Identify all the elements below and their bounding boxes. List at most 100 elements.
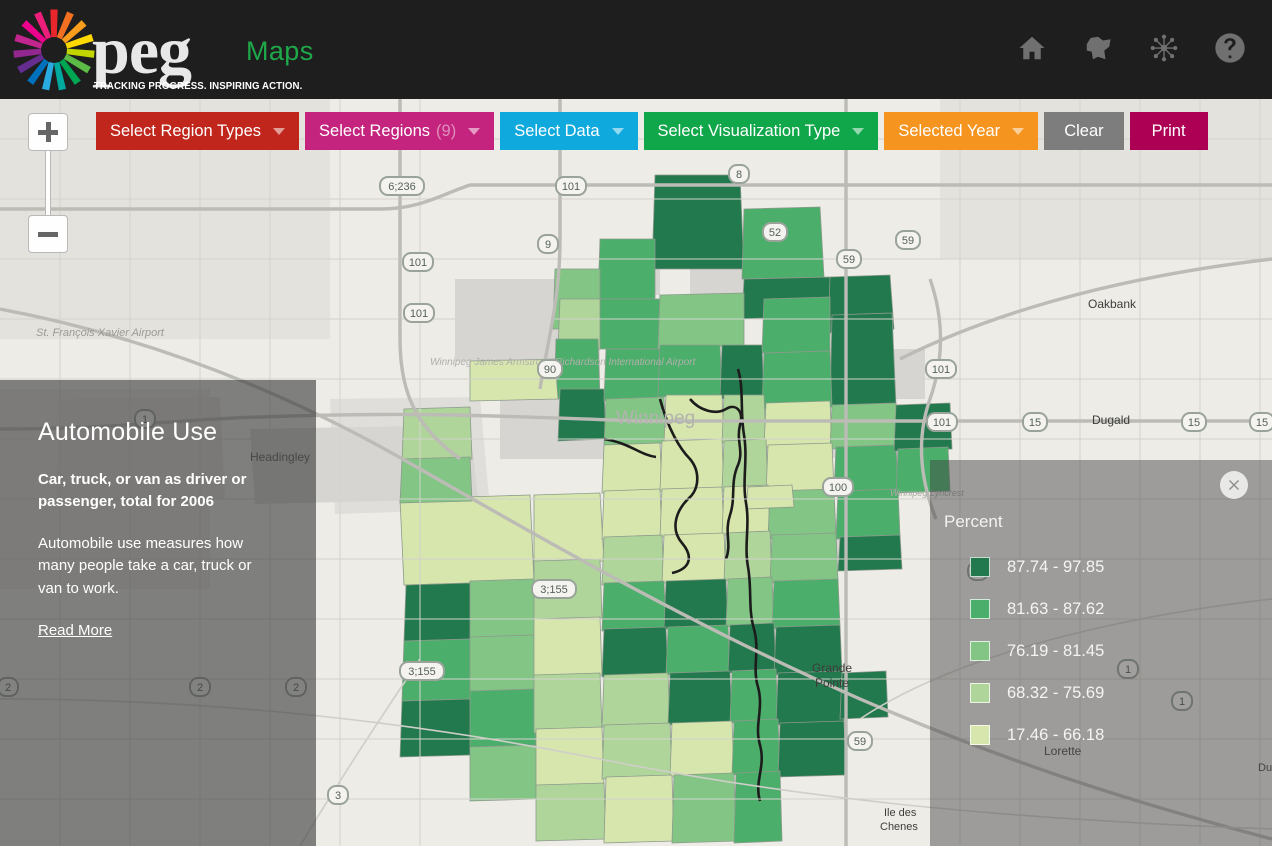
select-region-types-label: Select Region Types xyxy=(110,121,262,140)
highway-shield: 9 xyxy=(537,234,559,254)
map-place-label: Ile des xyxy=(884,807,917,819)
legend-range-label: 68.32 - 75.69 xyxy=(1007,683,1105,702)
highway-shield: 8 xyxy=(728,164,750,184)
highway-shield: 52 xyxy=(762,222,788,242)
indicator-subtitle: Car, truck, or van as driver or passenge… xyxy=(38,471,247,510)
section-title-maps: Maps xyxy=(246,36,314,66)
highway-shield-label: 101 xyxy=(932,364,950,376)
map-place-label: Grande xyxy=(812,661,852,675)
minus-icon xyxy=(38,231,58,237)
selected-year-button[interactable]: Selected Year xyxy=(884,112,1039,150)
map-zoom-control[interactable] xyxy=(28,113,68,253)
indicator-description: Automobile use measures how many people … xyxy=(38,534,252,597)
close-icon xyxy=(1229,480,1239,490)
highway-shield-label: 101 xyxy=(562,181,580,193)
map-place-label: St. François Xavier Airport xyxy=(36,327,165,339)
select-data-label: Select Data xyxy=(514,121,600,140)
highway-shield-label: 59 xyxy=(902,235,914,247)
highway-shield-label: 9 xyxy=(545,239,551,251)
highway-shield: 3;155 xyxy=(531,579,577,599)
map-toolbar: Select Region Types Select Regions (9) S… xyxy=(96,112,1208,150)
highway-shield: 101 xyxy=(403,303,435,323)
plus-icon-vertical xyxy=(45,122,51,142)
legend-range-label: 81.63 - 87.62 xyxy=(1007,599,1105,618)
peg-tagline: TRACKING PROGRESS. INSPIRING ACTION. xyxy=(93,80,303,92)
network-indicators-icon[interactable] xyxy=(1144,26,1184,70)
map-place-label: Pointe xyxy=(815,676,849,690)
highway-shield: 15 xyxy=(1022,412,1048,432)
print-label: Print xyxy=(1151,121,1186,140)
legend-color-swatch xyxy=(970,725,990,745)
legend-color-swatch xyxy=(970,557,990,577)
header-icon-bar xyxy=(1012,26,1250,70)
legend-color-swatch xyxy=(970,599,990,619)
select-data-button[interactable]: Select Data xyxy=(500,112,638,150)
app-header: peg TRACKING PROGRESS. INSPIRING ACTION.… xyxy=(0,0,1272,99)
map-place-label: Dugald xyxy=(1092,413,1130,427)
legend-item[interactable]: 68.32 - 75.69 xyxy=(942,672,1272,714)
chevron-down-icon xyxy=(852,127,865,135)
read-more-link[interactable]: Read More xyxy=(38,622,112,639)
highway-shield: 15 xyxy=(1249,412,1272,432)
highway-shield-label: 101 xyxy=(933,417,951,429)
selected-year-label: Selected Year xyxy=(898,121,1001,140)
select-regions-label: Select Regions xyxy=(319,121,431,140)
highway-shield-label: 3;155 xyxy=(540,584,568,596)
chevron-down-icon xyxy=(468,127,481,135)
highway-shield: 59 xyxy=(836,249,862,269)
region-map-icon[interactable] xyxy=(1078,26,1118,70)
zoom-slider-track[interactable] xyxy=(45,149,51,215)
highway-shield: 59 xyxy=(895,230,921,250)
clear-button[interactable]: Clear xyxy=(1044,112,1124,150)
clear-label: Clear xyxy=(1064,121,1104,140)
peg-maps-application: St. François Xavier AirportHeadingleyWin… xyxy=(0,0,1272,846)
highway-shield-label: 15 xyxy=(1256,417,1268,429)
highway-shield: 3 xyxy=(327,785,349,805)
legend-items: 87.74 - 97.85 81.63 - 87.62 76.19 - 81.45 6… xyxy=(942,546,1272,756)
highway-shield-label: 15 xyxy=(1029,417,1041,429)
highway-shield: 59 xyxy=(847,731,873,751)
chevron-down-icon xyxy=(611,127,624,135)
highway-shield-label: 100 xyxy=(829,482,847,494)
highway-shield-label: 101 xyxy=(409,257,427,269)
legend-color-swatch xyxy=(970,683,990,703)
highway-shield: 6;236 xyxy=(379,176,425,196)
highway-shield-label: 8 xyxy=(736,169,742,181)
legend-range-label: 76.19 - 81.45 xyxy=(1007,641,1105,660)
zoom-in-button[interactable] xyxy=(28,113,68,151)
map-place-label: Oakbank xyxy=(1088,297,1137,311)
highway-shield: 101 xyxy=(402,252,434,272)
map-place-label: Winnipeg James Armstrong Richardson Inte… xyxy=(430,357,697,368)
highway-shield: 101 xyxy=(926,412,958,432)
highway-shield-label: 3 xyxy=(335,790,341,802)
highway-shield: 3;155 xyxy=(399,661,445,681)
highway-shield-label: 59 xyxy=(854,736,866,748)
highway-shield-label: 101 xyxy=(410,308,428,320)
indicator-info-panel: Automobile Use Car, truck, or van as dri… xyxy=(0,380,316,846)
indicator-title: Automobile Use xyxy=(38,418,218,446)
select-region-types-button[interactable]: Select Region Types xyxy=(96,112,300,150)
legend-range-label: 87.74 - 97.85 xyxy=(1007,557,1105,576)
legend-title: Percent xyxy=(944,512,1003,531)
peg-pinwheel-icon xyxy=(13,9,95,91)
highway-shield-label: 15 xyxy=(1188,417,1200,429)
legend-item[interactable]: 76.19 - 81.45 xyxy=(942,630,1272,672)
highway-shield-label: 6;236 xyxy=(388,181,416,193)
legend-range-label: 17.46 - 66.18 xyxy=(1007,725,1105,744)
legend-item[interactable]: 81.63 - 87.62 xyxy=(942,588,1272,630)
legend-item[interactable]: 87.74 - 97.85 xyxy=(942,546,1272,588)
select-regions-button[interactable]: Select Regions (9) xyxy=(305,112,495,150)
legend-item[interactable]: 17.46 - 66.18 xyxy=(942,714,1272,756)
home-icon[interactable] xyxy=(1012,26,1052,70)
highway-shield: 101 xyxy=(925,359,957,379)
select-visualization-type-label: Select Visualization Type xyxy=(657,121,841,140)
legend-close-button[interactable] xyxy=(1220,471,1248,499)
highway-shield-label: 90 xyxy=(544,364,556,376)
highway-shield: 15 xyxy=(1181,412,1207,432)
help-icon[interactable] xyxy=(1210,26,1250,70)
zoom-out-button[interactable] xyxy=(28,215,68,253)
chevron-down-icon xyxy=(1012,127,1025,135)
highway-shield: 101 xyxy=(555,176,587,196)
print-button[interactable]: Print xyxy=(1129,112,1208,150)
select-visualization-type-button[interactable]: Select Visualization Type xyxy=(643,112,879,150)
